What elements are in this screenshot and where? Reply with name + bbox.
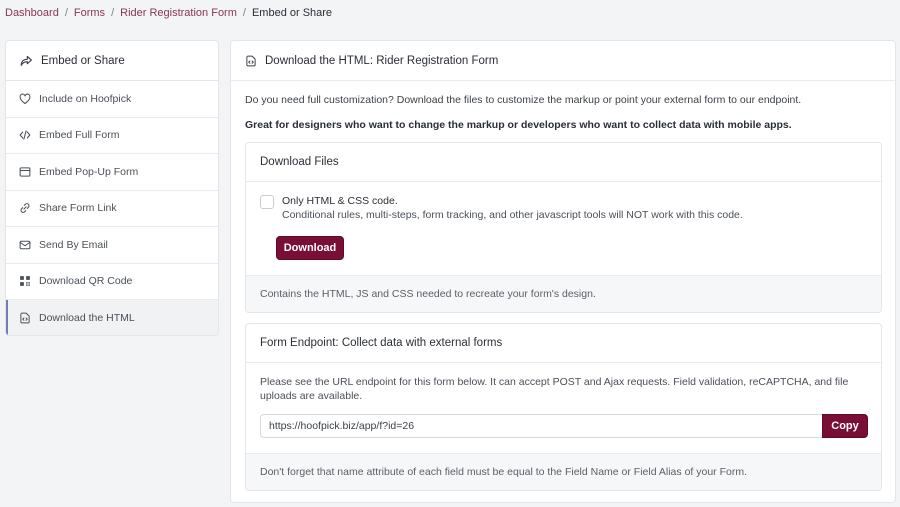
sidebar-item-label: Download the HTML [39,312,135,325]
sidebar-item-download-qr-code[interactable]: Download QR Code [6,264,218,300]
sidebar: Embed or Share Include on Hoofpick Embed… [5,40,219,336]
endpoint-url-input[interactable] [260,414,822,438]
sidebar-item-label: Include on Hoofpick [39,92,132,105]
download-files-card: Download Files Only HTML & CSS code. Con… [245,142,882,313]
download-files-title: Download Files [246,143,881,182]
breadcrumb-separator: / [111,7,115,19]
breadcrumb-separator: / [242,7,246,19]
main-panel: Download the HTML: Rider Registration Fo… [230,40,896,503]
html-css-only-label: Only HTML & CSS code. [282,195,398,207]
breadcrumb-separator: / [64,7,68,19]
intro-bold-text: Great for designers who want to change t… [245,119,792,131]
sidebar-item-download-the-html[interactable]: Download the HTML [6,300,218,335]
code-icon [19,130,31,140]
envelope-icon [19,240,31,250]
sidebar-item-embed-pop-up-form[interactable]: Embed Pop-Up Form [6,154,218,191]
breadcrumb: Dashboard / Forms / Rider Registration F… [5,6,332,20]
form-endpoint-footer: Don't forget that name attribute of each… [246,453,881,490]
html-css-only-description: Conditional rules, multi-steps, form tra… [282,209,743,221]
file-code-icon [20,312,30,324]
main-header: Download the HTML: Rider Registration Fo… [231,41,895,81]
download-files-footer: Contains the HTML, JS and CSS needed to … [246,275,881,312]
sidebar-item-label: Share Form Link [39,202,117,215]
download-button[interactable]: Download [276,236,344,260]
file-code-icon [246,55,256,66]
sidebar-header: Embed or Share [6,41,218,81]
breadcrumb-current: Embed or Share [251,7,333,19]
sidebar-item-label: Send By Email [39,238,108,251]
page-title: Download the HTML: Rider Registration Fo… [265,54,499,67]
sidebar-item-share-form-link[interactable]: Share Form Link [6,191,218,227]
copy-button[interactable]: Copy [822,414,868,438]
sidebar-item-label: Embed Pop-Up Form [39,165,139,178]
breadcrumb-form[interactable]: Rider Registration Form [120,7,237,19]
html-css-only-checkbox[interactable] [260,195,274,209]
window-icon [19,167,31,177]
sidebar-item-send-by-email[interactable]: Send By Email [6,227,218,264]
sidebar-title: Embed or Share [41,54,125,67]
form-endpoint-description: Please see the URL endpoint for this for… [260,376,849,402]
sidebar-item-embed-full-form[interactable]: Embed Full Form [6,118,218,154]
endpoint-url-group: Copy [260,414,868,438]
form-endpoint-card: Form Endpoint: Collect data with externa… [245,323,882,491]
sidebar-item-include-on-hoofpick[interactable]: Include on Hoofpick [6,81,218,118]
sidebar-item-label: Download QR Code [39,275,133,288]
intro-text: Do you need full customization? Download… [245,94,802,106]
breadcrumb-forms[interactable]: Forms [74,7,105,19]
heart-icon [19,93,31,104]
share-icon [20,55,32,66]
sidebar-item-label: Embed Full Form [39,129,120,142]
qr-code-icon [20,276,30,287]
breadcrumb-dashboard[interactable]: Dashboard [5,7,59,19]
form-endpoint-title: Form Endpoint: Collect data with externa… [246,324,881,363]
link-icon [20,203,30,214]
